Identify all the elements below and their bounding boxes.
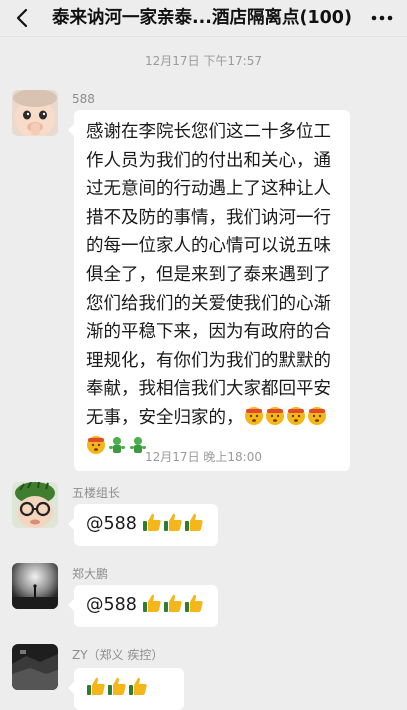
avatar[interactable] bbox=[12, 563, 58, 609]
message-text: @588 bbox=[86, 514, 137, 534]
kiss-face-icon bbox=[307, 406, 326, 425]
more-options-icon[interactable] bbox=[369, 8, 395, 28]
thumbs-up-icon bbox=[87, 677, 105, 695]
message-bubble[interactable]: 感谢在李院长您们这二十多位工作人员为我们的付出和关心，通过无意间的行动遇上了这种… bbox=[68, 110, 350, 472]
kiss-face-icon bbox=[286, 406, 305, 425]
message-bubble[interactable]: @588 bbox=[68, 585, 218, 627]
kiss-face-icon bbox=[244, 406, 263, 425]
sender-name: 郑大鹏 bbox=[72, 567, 109, 581]
back-arrow-icon[interactable] bbox=[12, 7, 34, 29]
avatar[interactable] bbox=[12, 90, 58, 136]
thumbs-up-icon bbox=[185, 594, 204, 612]
sender-name: 588 bbox=[72, 92, 95, 106]
sender-name: ZY（郑义 疾控） bbox=[72, 648, 164, 662]
message-timestamp: 12月17日 下午17:57 bbox=[145, 54, 262, 68]
sender-name: 五楼组长 bbox=[72, 486, 121, 500]
message-timestamp: 12月17日 晚上18:00 bbox=[145, 450, 262, 464]
avatar[interactable] bbox=[12, 644, 58, 690]
thumbs-up-icon bbox=[164, 594, 183, 612]
message-text: @588 bbox=[86, 595, 137, 615]
thumbs-up-icon bbox=[185, 513, 204, 531]
thumbs-up-icon bbox=[129, 677, 147, 695]
kiss-face-icon bbox=[265, 406, 284, 425]
chat-title: 泰来讷河一家亲泰...酒店隔离点(100) bbox=[52, 8, 352, 28]
message-bubble[interactable]: @588 bbox=[68, 504, 218, 546]
thumbs-up-icon bbox=[143, 594, 162, 612]
thumbs-up-icon bbox=[143, 513, 162, 531]
watermelon-hat-avatar-icon bbox=[12, 482, 58, 528]
chat-header: 泰来讷河一家亲泰...酒店隔离点(100) bbox=[0, 0, 407, 37]
message-bubble[interactable] bbox=[68, 668, 184, 710]
baby-avatar-icon bbox=[12, 90, 58, 136]
avatar[interactable] bbox=[12, 482, 58, 528]
message-text: 感谢在李院长您们这二十多位工作人员为我们的付出和关心，通过无意间的行动遇上了这种… bbox=[86, 122, 331, 428]
dark-photo-avatar-icon bbox=[12, 644, 58, 690]
thumbs-up-icon bbox=[164, 513, 183, 531]
silhouette-avatar-icon bbox=[12, 563, 58, 609]
thumbs-up-icon bbox=[108, 677, 126, 695]
